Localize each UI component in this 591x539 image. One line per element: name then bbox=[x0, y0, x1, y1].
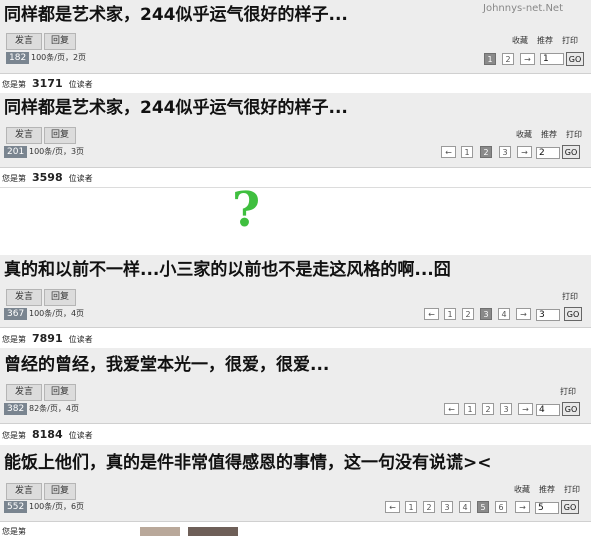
next-page-arrow-icon[interactable]: → bbox=[516, 308, 531, 320]
post-header-3: 真的和以前不一样...小三家的以前也不是走这风格的啊...囧 发言 回复 367… bbox=[0, 255, 591, 328]
post-button[interactable]: 发言 bbox=[6, 127, 42, 144]
per-page-info: 100条/页，4页 bbox=[29, 309, 85, 318]
recommend-link[interactable]: 推荐 bbox=[539, 485, 555, 494]
page-link-2[interactable]: 2 bbox=[423, 501, 435, 513]
page-link-1[interactable]: 1 bbox=[461, 146, 473, 158]
action-links: 打印 bbox=[562, 292, 578, 302]
reply-button[interactable]: 回复 bbox=[44, 483, 76, 500]
reply-button[interactable]: 回复 bbox=[44, 33, 76, 50]
prev-page-arrow-icon[interactable]: ← bbox=[441, 146, 456, 158]
photo-thumbnail bbox=[140, 527, 180, 536]
page-link-1[interactable]: 1 bbox=[405, 501, 417, 513]
reply-button[interactable]: 回复 bbox=[44, 384, 76, 401]
page-link-3[interactable]: 3 bbox=[499, 146, 511, 158]
reply-count-badge: 367 bbox=[4, 308, 28, 320]
post-header-5: 能饭上他们，真的是件非常值得感恩的事情，这一句没有说谎>< 发言 回复 552 … bbox=[0, 445, 591, 522]
page-link-1[interactable]: 1 bbox=[484, 53, 496, 65]
post-button[interactable]: 发言 bbox=[6, 384, 42, 401]
favorite-link[interactable]: 收藏 bbox=[514, 485, 530, 494]
recommend-link[interactable]: 推荐 bbox=[541, 130, 557, 139]
reply-count-badge: 382 bbox=[4, 403, 28, 415]
favorite-link[interactable]: 收藏 bbox=[512, 36, 528, 45]
post-title: 同样都是艺术家，244似乎运气很好的样子... bbox=[4, 98, 348, 118]
post-button[interactable]: 发言 bbox=[6, 483, 42, 500]
post-title: 曾经的曾经，我爱堂本光一，很爱，很爱... bbox=[4, 355, 330, 375]
print-link[interactable]: 打印 bbox=[562, 292, 578, 301]
page-link-3[interactable]: 3 bbox=[441, 501, 453, 513]
post-button[interactable]: 发言 bbox=[6, 289, 42, 306]
per-page-info: 82条/页，4页 bbox=[29, 404, 79, 413]
post-title: 同样都是艺术家，244似乎运气很好的样子... bbox=[4, 5, 348, 25]
page-link-1[interactable]: 1 bbox=[464, 403, 476, 415]
per-page-info: 100条/页，6页 bbox=[29, 502, 85, 511]
question-mark: ? bbox=[232, 182, 261, 238]
go-button[interactable]: GO bbox=[564, 307, 582, 321]
page-number-input[interactable]: 5 bbox=[535, 502, 559, 514]
photo-thumbnail bbox=[188, 527, 238, 536]
page-link-3[interactable]: 3 bbox=[480, 308, 492, 320]
action-links: 收藏 推荐 打印 bbox=[516, 130, 582, 140]
print-link[interactable]: 打印 bbox=[560, 387, 576, 396]
page-link-5[interactable]: 5 bbox=[477, 501, 489, 513]
recommend-link[interactable]: 推荐 bbox=[537, 36, 553, 45]
go-button[interactable]: GO bbox=[562, 402, 580, 416]
action-links: 收藏 推荐 打印 bbox=[514, 485, 580, 495]
page-number-input[interactable]: 3 bbox=[536, 309, 560, 321]
go-button[interactable]: GO bbox=[566, 52, 584, 66]
page-link-6[interactable]: 6 bbox=[495, 501, 507, 513]
next-page-arrow-icon[interactable]: → bbox=[517, 146, 532, 158]
photo-strip bbox=[140, 527, 240, 536]
post-title: 能饭上他们，真的是件非常值得感恩的事情，这一句没有说谎>< bbox=[4, 453, 492, 473]
print-link[interactable]: 打印 bbox=[562, 36, 578, 45]
go-button[interactable]: GO bbox=[562, 145, 580, 159]
reader-counter: 您是第 7891 位读者 bbox=[2, 332, 93, 345]
reply-count-badge: 201 bbox=[4, 146, 28, 158]
prev-page-arrow-icon[interactable]: ← bbox=[444, 403, 459, 415]
page-number-input[interactable]: 2 bbox=[536, 147, 560, 159]
reply-button[interactable]: 回复 bbox=[44, 289, 76, 306]
watermark: Johnnys-net.Net bbox=[483, 3, 563, 14]
prev-page-arrow-icon[interactable]: ← bbox=[385, 501, 400, 513]
print-link[interactable]: 打印 bbox=[564, 485, 580, 494]
go-button[interactable]: GO bbox=[561, 500, 579, 514]
page-link-4[interactable]: 4 bbox=[498, 308, 510, 320]
post-title: 真的和以前不一样...小三家的以前也不是走这风格的啊...囧 bbox=[4, 260, 451, 280]
page-link-1[interactable]: 1 bbox=[444, 308, 456, 320]
reply-count-badge: 182 bbox=[6, 52, 30, 64]
page-link-2[interactable]: 2 bbox=[462, 308, 474, 320]
page-number-input[interactable]: 4 bbox=[536, 404, 560, 416]
print-link[interactable]: 打印 bbox=[566, 130, 582, 139]
divider bbox=[0, 187, 591, 188]
favorite-link[interactable]: 收藏 bbox=[516, 130, 532, 139]
next-page-arrow-icon[interactable]: → bbox=[515, 501, 530, 513]
per-page-info: 100条/页，2页 bbox=[31, 53, 87, 62]
action-links: 收藏 推荐 打印 bbox=[512, 36, 578, 46]
action-links: 打印 bbox=[560, 387, 576, 397]
reader-counter: 您是第 3598 位读者 bbox=[2, 171, 93, 184]
page-link-2[interactable]: 2 bbox=[502, 53, 514, 65]
reply-button[interactable]: 回复 bbox=[44, 127, 76, 144]
page-link-2[interactable]: 2 bbox=[482, 403, 494, 415]
prev-page-arrow-icon[interactable]: ← bbox=[424, 308, 439, 320]
next-page-arrow-icon[interactable]: → bbox=[518, 403, 533, 415]
per-page-info: 100条/页，3页 bbox=[29, 147, 85, 156]
next-page-arrow-icon[interactable]: → bbox=[520, 53, 535, 65]
post-header-1: 同样都是艺术家，244似乎运气很好的样子... Johnnys-net.Net … bbox=[0, 0, 591, 74]
reply-count-badge: 552 bbox=[4, 501, 28, 513]
page-link-3[interactable]: 3 bbox=[500, 403, 512, 415]
reader-counter: 您是第 bbox=[2, 527, 26, 536]
post-header-2: 同样都是艺术家，244似乎运气很好的样子... 发言 回复 201 100条/页… bbox=[0, 93, 591, 168]
reader-counter: 您是第 8184 位读者 bbox=[2, 428, 93, 441]
page-link-2[interactable]: 2 bbox=[480, 146, 492, 158]
post-header-4: 曾经的曾经，我爱堂本光一，很爱，很爱... 发言 回复 382 82条/页，4页… bbox=[0, 348, 591, 424]
page-link-4[interactable]: 4 bbox=[459, 501, 471, 513]
reader-counter: 您是第 3171 位读者 bbox=[2, 77, 93, 90]
page-number-input[interactable]: 1 bbox=[540, 53, 564, 65]
post-button[interactable]: 发言 bbox=[6, 33, 42, 50]
